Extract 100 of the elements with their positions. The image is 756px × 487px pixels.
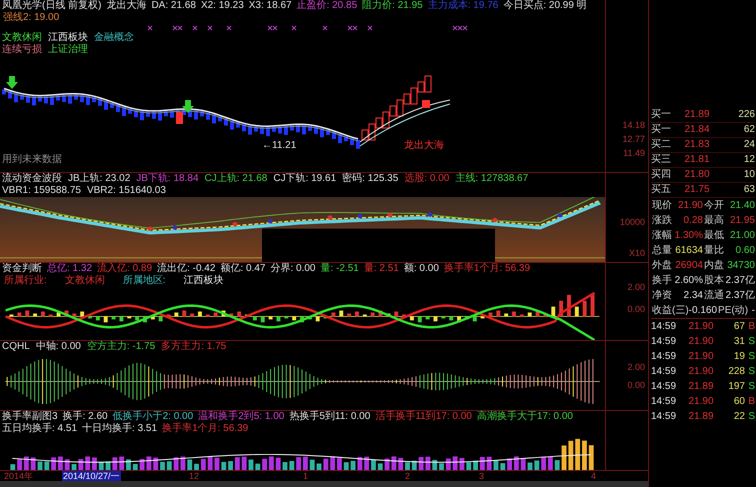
indicator-text: 龙出大海 <box>106 0 146 12</box>
quote-value: 21.81 <box>683 154 711 166</box>
tick-time: 14:59 <box>651 380 678 392</box>
indicator-text: 额: 0.00 <box>404 263 439 275</box>
info-text: 文教休闲 <box>64 275 105 287</box>
candlestick <box>422 100 430 108</box>
indicator-text: 强线2: 19.00 <box>3 12 60 24</box>
quote-label: 外盘 <box>652 260 672 272</box>
down-arrow-icon <box>6 76 18 89</box>
down-arrow-icon <box>182 100 194 113</box>
indicator-text: 今日买点: 20.99 明 <box>503 0 587 12</box>
quote-value: 2.34 <box>682 290 703 302</box>
indicator-text: 额亿: 0.47 <box>220 263 266 274</box>
tick-price: 21.90 <box>687 320 715 332</box>
chart-label: 龙出大海 <box>404 140 444 152</box>
indicator-text: 选股: 0.00 <box>404 173 450 185</box>
indicator-text: X3: 18.67 <box>248 0 292 12</box>
date-label: 12 <box>188 471 200 481</box>
indicator-text: CJ下轨: 19.61 <box>273 173 336 185</box>
quote-value: 2.37亿 <box>724 290 755 302</box>
indicator-text: 多方主力: 1.75 <box>161 341 226 353</box>
quote-value: 1.30% <box>674 230 703 242</box>
indicator-text: CJ上轨: 21.68 <box>204 173 268 185</box>
indicator-text: 流入亿: 0.89 <box>97 263 152 274</box>
quote-value: 62 <box>742 124 755 136</box>
tick-price: 21.90 <box>687 366 715 378</box>
quote-value: 226 <box>737 109 755 121</box>
axis-label: 0.00 <box>627 305 645 314</box>
quote-label: 收益(三) <box>652 304 689 316</box>
tick-price: 21.90 <box>687 396 715 408</box>
quote-label: 量比 <box>704 244 724 256</box>
quote-value: 10 <box>742 169 755 181</box>
indicator-text: 换手率副图3 <box>2 411 58 422</box>
note-text: 用到未来数据 <box>1 154 63 166</box>
axis-label: 12.77 <box>622 135 645 144</box>
tick-price: 21.90 <box>687 350 715 362</box>
quote-value: 2.37亿 <box>724 274 755 286</box>
indicator-text: 凤凰光学(日线 前复权) <box>2 0 102 12</box>
date-label: 2014/10/27/一 <box>62 471 121 481</box>
tick-volume: 60 <box>732 396 745 408</box>
quote-label: 买二 <box>651 139 672 151</box>
indicator-text: 流出亿: -0.42 <box>157 263 216 274</box>
quote-label: 换手 <box>652 274 672 286</box>
tick-time: 14:59 <box>651 396 678 408</box>
quote-value: - <box>750 304 755 316</box>
quote-value: 21.40 <box>728 200 755 212</box>
tick-price: 21.89 <box>687 410 715 422</box>
indicator-text: VBR1: 159588.75 <box>2 185 81 197</box>
quote-label: 股本 <box>704 274 724 286</box>
indicator-text: 密码: 125.35 <box>342 173 398 185</box>
indicator-text: JB下轨: 18.84 <box>136 173 199 185</box>
tick-time: 14:59 <box>651 350 678 362</box>
tag-text: 金融概念 <box>94 32 134 44</box>
date-label: 1 <box>302 471 310 481</box>
quote-value: 0.28 <box>682 214 703 226</box>
axis-label: 0.00 <box>627 381 645 390</box>
axis-label: 2.00 <box>627 283 645 292</box>
indicator-text: 换手率1个月: 56.39 <box>162 423 248 435</box>
quote-label: 买一 <box>651 109 672 121</box>
tick-time: 14:59 <box>651 336 678 348</box>
axis-label: 11.49 <box>623 149 645 158</box>
indicator-text: 资金判断 <box>2 263 42 274</box>
info-text: 所属行业: <box>4 275 47 287</box>
indicator-text: 总亿: 1.32 <box>47 263 92 274</box>
indicator-text: 热换手5到11: 0.00 <box>289 411 370 423</box>
date-label: 2014年 <box>3 471 34 481</box>
quote-value: 21.00 <box>728 230 755 242</box>
indicator-text: 量: -2.51 <box>320 263 359 275</box>
quote-label: 现价 <box>652 200 672 212</box>
quote-value: 26904 <box>674 260 703 272</box>
tag-text: 连续亏损 <box>2 44 42 56</box>
indicator-text: 主线: 127838.67 <box>455 173 528 185</box>
tick-side: B <box>747 396 755 408</box>
axis-label: X10 <box>628 249 645 258</box>
tag-text: 文教休闲 <box>2 32 42 44</box>
quote-label: 涨幅 <box>652 230 672 242</box>
quote-label: 最低 <box>704 230 724 242</box>
quote-value: 24 <box>742 139 755 151</box>
quote-value: 21.80 <box>683 169 711 181</box>
indicator-text: 十日均换手: 3.51 <box>82 423 158 435</box>
tick-time: 14:59 <box>651 320 678 332</box>
indicator-text: 空方主力: -1.75 <box>86 341 156 353</box>
indicator-text: 止盈价: 20.85 <box>296 0 358 12</box>
axis-label: 14.18 <box>622 121 645 130</box>
quote-value: 63 <box>742 184 755 196</box>
quote-value: 21.75 <box>683 184 711 196</box>
tag-text: 江西板块 <box>48 32 88 44</box>
indicator-text: 分界: 0.00 <box>270 263 316 275</box>
quote-label: PE(动) <box>718 304 748 316</box>
tag-text: 上证治理 <box>48 44 88 56</box>
quote-value: 34730 <box>726 260 755 272</box>
tick-side: S <box>747 366 755 378</box>
quote-value: 61634 <box>674 244 703 256</box>
quote-label: 今开 <box>704 200 724 212</box>
indicator-text: 量: 2.51 <box>364 263 399 275</box>
quote-label: 流通 <box>704 290 724 302</box>
quote-label: 净资 <box>652 290 672 302</box>
indicator-text: 阻力价: 21.95 <box>362 0 423 12</box>
candlestick-series <box>362 76 432 140</box>
indicator-text: 五日均换手: 4.51 <box>2 423 78 435</box>
